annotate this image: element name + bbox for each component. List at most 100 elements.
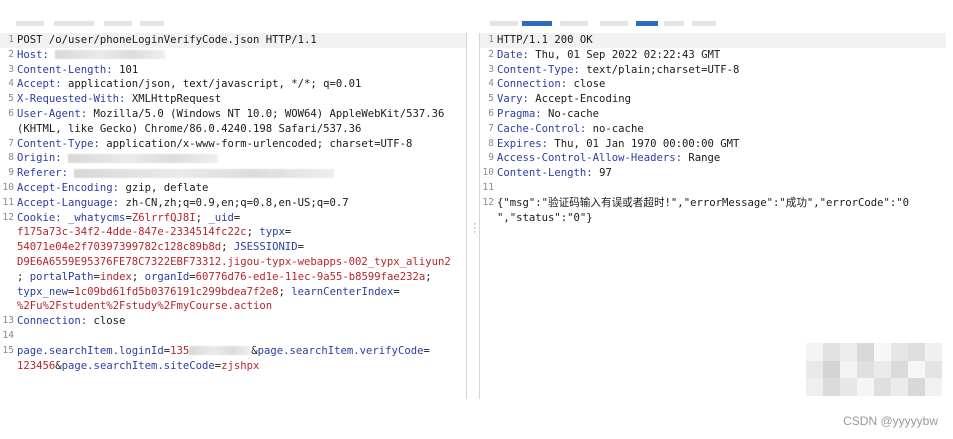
mosaic-cell xyxy=(891,343,908,361)
header-name: Content-Length: xyxy=(17,63,120,76)
response-tab-fragment[interactable] xyxy=(600,21,628,26)
text-segment: POST /o/user/phoneLoginVerifyCode.json H… xyxy=(17,34,317,46)
header-name: Referer: xyxy=(17,167,75,180)
request-line-text: Accept-Language: zh-CN,zh;q=0.9,en;q=0.8… xyxy=(17,196,466,211)
response-tab-selected[interactable] xyxy=(636,21,658,26)
text-segment: no-cache xyxy=(592,122,644,135)
param-value: 60776d76-ed1e-11ec-9a55-b8599fae232a xyxy=(195,270,426,283)
request-editor-pane[interactable]: 1 POST /o/user/phoneLoginVerifyCode.json … xyxy=(0,33,467,399)
response-line-text: Content-Length: 97 xyxy=(497,166,946,181)
param-name: page.searchItem.loginId xyxy=(17,344,164,357)
response-line: 12 {"msg":"验证码输入有误或者超时!","errorMessage":"… xyxy=(480,196,946,211)
response-line-text: ","status":"0"} xyxy=(497,211,946,226)
request-line-text: Cookie: _whatycms=Z6lrrfQJ8I; _uid= xyxy=(17,211,466,226)
text-segment: Thu, 01 Jan 1970 00:00:00 GMT xyxy=(554,137,740,150)
line-number: 11 xyxy=(482,181,494,193)
line-number: 2 xyxy=(488,48,494,60)
mosaic-cell xyxy=(840,343,857,361)
line-number: 9 xyxy=(488,152,494,164)
redacted-value xyxy=(55,50,166,60)
param-name: _uid xyxy=(208,211,234,224)
line-number: 7 xyxy=(488,122,494,134)
text-segment: 97 xyxy=(599,167,612,180)
request-line: 2 Host: xyxy=(0,48,466,63)
response-tab-fragment[interactable] xyxy=(490,21,518,26)
response-tab-fragment[interactable] xyxy=(692,21,716,26)
mosaic-cell xyxy=(874,360,891,379)
request-line: %2Fu%2Fstudent%2Fstudy%2FmyCourse.action xyxy=(0,299,466,314)
mosaic-cell xyxy=(925,343,942,361)
request-line: 13 Connection: close xyxy=(0,314,466,329)
text-segment: ; xyxy=(246,226,260,239)
response-line-text: Expires: Thu, 01 Jan 1970 00:00:00 GMT xyxy=(497,137,946,152)
line-number: 3 xyxy=(488,63,494,75)
response-line-text: Date: Thu, 01 Sep 2022 02:22:43 GMT xyxy=(497,48,946,63)
response-tab-fragment[interactable] xyxy=(560,21,588,26)
param-name: learnCenterIndex xyxy=(291,285,394,298)
text-segment: text/plain;charset=UTF-8 xyxy=(586,63,740,76)
line-number xyxy=(0,285,17,300)
request-line: 15 page.searchItem.loginId=135 &page.searc… xyxy=(0,344,466,359)
request-line: 123456&page.searchItem.siteCode=zjshpx xyxy=(0,359,466,374)
request-line-text: page.searchItem.loginId=135 &page.searchI… xyxy=(17,344,466,359)
line-number: 10 xyxy=(482,167,494,179)
line-number xyxy=(0,255,17,270)
request-tab-fragment[interactable] xyxy=(16,21,44,26)
request-editor[interactable]: 1 POST /o/user/phoneLoginVerifyCode.json … xyxy=(0,33,466,373)
request-line: 5 X-Requested-With: XMLHttpRequest xyxy=(0,92,466,107)
response-tab-fragment[interactable] xyxy=(664,21,684,26)
request-line: typx_new = 1c09bd61fd5b0376191c299bdea7f2e… xyxy=(0,285,466,300)
header-name: Connection: xyxy=(17,315,94,328)
text-segment: = xyxy=(393,285,400,298)
line-number: 15 xyxy=(2,344,14,356)
text-segment: ; xyxy=(195,211,209,224)
response-line: 2 Date: Thu, 01 Sep 2022 02:22:43 GMT xyxy=(480,48,946,63)
line-number: 3 xyxy=(8,63,14,75)
line-number xyxy=(0,240,17,255)
header-name: Expires: xyxy=(497,137,555,150)
header-name: Accept-Encoding: xyxy=(17,181,126,194)
line-number: 4 xyxy=(488,78,494,90)
request-line: 11 Accept-Language: zh-CN,zh;q=0.9,en;q=0… xyxy=(0,196,466,211)
header-name: Content-Type: xyxy=(497,63,587,76)
request-line: 12 Cookie: _whatycms=Z6lrrfQJ8I; _uid= xyxy=(0,211,466,226)
param-value: Z6lrrfQJ8I xyxy=(131,211,196,224)
request-line-text: Referer: xyxy=(17,166,466,181)
text-segment: = xyxy=(284,226,292,239)
text-segment: ; xyxy=(221,241,234,254)
response-line: 10 Content-Length: 97 xyxy=(480,166,946,181)
request-line-text: 54071e04e2f70397399782c128c89b8d; JSESSI… xyxy=(17,240,466,255)
request-line: D9E6A6559E95376FE78C7322EBF73312.jigou-t… xyxy=(0,255,466,270)
response-line-text: Content-Type: text/plain;charset=UTF-8 xyxy=(497,63,946,78)
text-segment: close xyxy=(93,315,126,328)
response-tab-active[interactable] xyxy=(522,21,552,26)
text-segment: ; xyxy=(278,285,292,298)
param-name: JSESSIONID xyxy=(233,241,298,254)
param-name: page.searchItem.verifyCode xyxy=(257,344,424,357)
header-name: Cache-Control: xyxy=(497,122,593,135)
mosaic-cell xyxy=(925,378,942,396)
header-name: Vary: xyxy=(497,93,536,106)
request-tab-fragment[interactable] xyxy=(54,21,94,26)
request-line: 9 Referer: xyxy=(0,166,466,181)
request-tab-fragment[interactable] xyxy=(104,21,132,26)
response-line-text: Pragma: No-cache xyxy=(497,107,946,122)
request-line-text: Content-Length: 101 xyxy=(17,63,466,78)
response-line-text: {"msg":"验证码输入有误或者超时!","errorMessage":"成功… xyxy=(497,196,946,211)
response-line-text: HTTP/1.1 200 OK xyxy=(497,33,946,48)
line-number: 14 xyxy=(2,329,14,341)
request-line: 10 Accept-Encoding: gzip, deflate xyxy=(0,181,466,196)
request-line-text: f175a73c-34f2-4dde-847e-2334514fc22c; ty… xyxy=(17,225,466,240)
header-name: Connection: xyxy=(497,78,574,91)
request-line: ; portalPath=index; organId=60776d76-ed1… xyxy=(0,270,466,285)
header-name: User-Agent: xyxy=(17,107,94,120)
request-line-text: X-Requested-With: XMLHttpRequest xyxy=(17,92,466,107)
mosaic-cell xyxy=(840,360,857,379)
text-segment: {"msg":"验证码输入有误或者超时!","errorMessage":"成功… xyxy=(497,196,909,209)
request-tab-fragment[interactable] xyxy=(140,21,164,26)
param-value: %2Fu%2Fstudent%2Fstudy%2FmyCourse.action xyxy=(17,300,273,313)
request-line: 14 xyxy=(0,329,466,344)
mosaic-cell xyxy=(874,343,891,361)
response-editor[interactable]: 1 HTTP/1.1 200 OK 2 Date: Thu, 01 Sep 2022 … xyxy=(480,33,946,225)
pane-splitter-handle[interactable]: · · · xyxy=(472,221,477,238)
